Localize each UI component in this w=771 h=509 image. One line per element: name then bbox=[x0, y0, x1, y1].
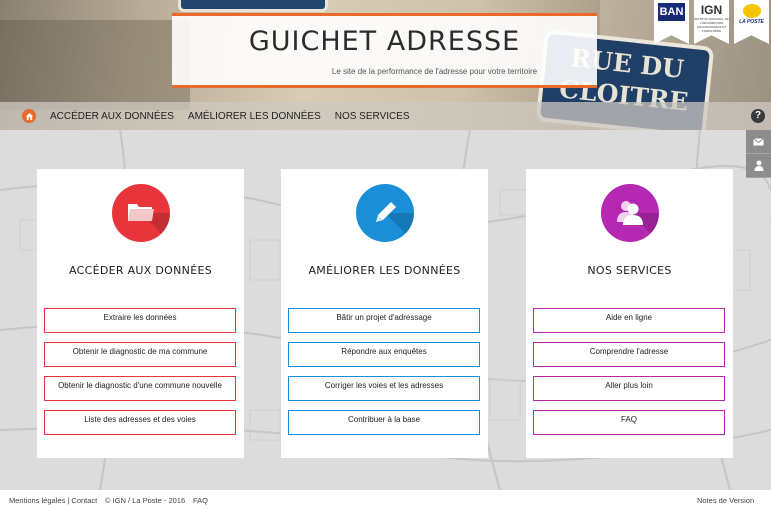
card-title: NOS SERVICES bbox=[587, 264, 672, 277]
card-services: NOS SERVICES Aide en ligne Comprendre l'… bbox=[526, 169, 733, 458]
folder-icon bbox=[111, 184, 170, 242]
partner-logos: BAN IGN INSTITUT NATIONAL DE L'INFORMATIO… bbox=[654, 0, 769, 44]
link-liste-adresses[interactable]: Liste des adresses et des voies bbox=[44, 410, 236, 435]
laposte-bird-icon bbox=[742, 4, 761, 18]
nav-item-ameliorer[interactable]: AMÉLIORER LES DONNÉES bbox=[188, 111, 321, 122]
users-icon bbox=[600, 184, 659, 242]
laposte-logo[interactable]: LA POSTE bbox=[734, 0, 769, 44]
footer-release-notes-link[interactable]: Notes de Version bbox=[697, 496, 754, 505]
nav-item-services[interactable]: NOS SERVICES bbox=[335, 111, 410, 122]
link-diagnostic-commune[interactable]: Obtenir le diagnostic de ma commune bbox=[44, 342, 236, 367]
card-links: Aide en ligne Comprendre l'adresse Aller… bbox=[533, 308, 725, 444]
mail-icon[interactable] bbox=[746, 130, 771, 154]
link-aller-plus-loin[interactable]: Aller plus loin bbox=[533, 376, 725, 401]
site-title: GUICHET ADRESSE bbox=[248, 26, 521, 57]
link-contribuer[interactable]: Contribuer à la base bbox=[288, 410, 480, 435]
footer-legal-link[interactable]: Mentions légales | Contact bbox=[9, 496, 97, 505]
card-acceder: ACCÉDER AUX DONNÉES Extraire les données… bbox=[37, 169, 244, 458]
link-diagnostic-commune-nouvelle[interactable]: Obtenir le diagnostic d'une commune nouv… bbox=[44, 376, 236, 401]
side-toolbar bbox=[746, 130, 771, 178]
main-nav: ACCÉDER AUX DONNÉES AMÉLIORER LES DONNÉE… bbox=[0, 102, 771, 130]
user-icon[interactable] bbox=[746, 154, 771, 178]
ign-logo[interactable]: IGN INSTITUT NATIONAL DE L'INFORMATION GÉ… bbox=[694, 0, 729, 44]
card-links: Bâtir un projet d'adressage Répondre aux… bbox=[288, 308, 480, 444]
link-faq[interactable]: FAQ bbox=[533, 410, 725, 435]
card-ameliorer: AMÉLIORER LES DONNÉES Bâtir un projet d'… bbox=[281, 169, 488, 458]
footer: Mentions légales | Contact © IGN / La Po… bbox=[0, 490, 771, 509]
link-projet-adressage[interactable]: Bâtir un projet d'adressage bbox=[288, 308, 480, 333]
footer-copyright: © IGN / La Poste - 2016 bbox=[105, 496, 186, 505]
card-title: ACCÉDER AUX DONNÉES bbox=[69, 264, 212, 277]
background-stone bbox=[0, 20, 190, 110]
card-title: AMÉLIORER LES DONNÉES bbox=[308, 264, 461, 277]
link-corriger-voies[interactable]: Corriger les voies et les adresses bbox=[288, 376, 480, 401]
home-icon[interactable] bbox=[22, 109, 36, 123]
card-links: Extraire les données Obtenir le diagnost… bbox=[44, 308, 236, 444]
link-enquetes[interactable]: Répondre aux enquêtes bbox=[288, 342, 480, 367]
site-subtitle: Le site de la performance de l'adresse p… bbox=[331, 67, 538, 76]
link-extraire-donnees[interactable]: Extraire les données bbox=[44, 308, 236, 333]
nav-item-acceder[interactable]: ACCÉDER AUX DONNÉES bbox=[50, 111, 174, 122]
help-icon[interactable]: ? bbox=[751, 109, 765, 123]
title-box: GUICHET ADRESSE Le site de la performanc… bbox=[172, 13, 597, 88]
pencil-icon bbox=[355, 184, 414, 242]
footer-faq-link[interactable]: FAQ bbox=[193, 496, 208, 505]
link-comprendre-adresse[interactable]: Comprendre l'adresse bbox=[533, 342, 725, 367]
street-plate-decoration bbox=[178, 0, 328, 12]
ban-logo[interactable]: BAN bbox=[654, 0, 689, 44]
link-aide-en-ligne[interactable]: Aide en ligne bbox=[533, 308, 725, 333]
